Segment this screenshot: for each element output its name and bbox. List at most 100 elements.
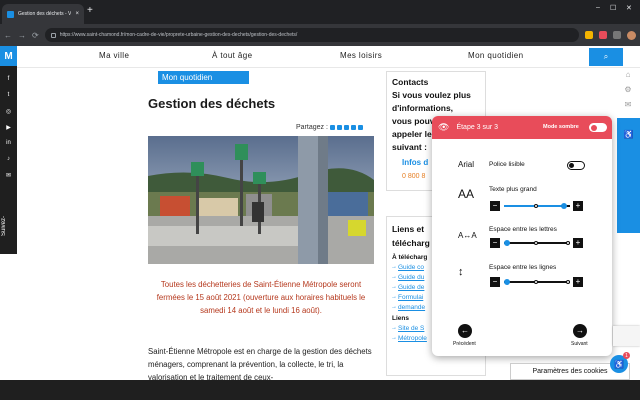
dark-mode-label: Mode sombre	[543, 124, 579, 130]
next-button[interactable]: →	[573, 324, 587, 338]
page-title: Gestion des déchets	[148, 96, 276, 111]
letter-spacing-icon: A↔A	[458, 231, 477, 240]
letter-spacing-label: Espace entre les lettres	[489, 226, 557, 233]
main-navigation: Ma ville À tout âge Mes loisirs Mon quot…	[17, 46, 640, 68]
slider-fill	[504, 205, 561, 207]
text-size-plus-button[interactable]: +	[573, 201, 583, 211]
readable-font-label: Police lisible	[489, 161, 525, 168]
facebook-share-icon[interactable]	[329, 125, 335, 130]
text-size-icon: AA	[458, 187, 475, 201]
reload-icon[interactable]: ⟳	[32, 31, 39, 40]
mail-icon[interactable]: ✉	[620, 100, 636, 114]
lock-icon	[50, 32, 56, 38]
accessibility-strip[interactable]: ♿	[617, 118, 640, 233]
slider-knob[interactable]	[504, 279, 510, 285]
back-icon[interactable]: ←	[4, 31, 12, 40]
profile-avatar[interactable]	[627, 30, 636, 40]
eye-icon: 👁	[438, 122, 450, 132]
slider-knob[interactable]	[504, 240, 510, 246]
tiktok-icon[interactable]: ♪	[3, 156, 14, 166]
slider-step	[566, 241, 570, 245]
line-spacing-label: Espace entre les lignes	[489, 264, 557, 271]
linkedin-icon[interactable]: in	[3, 140, 14, 150]
nav-item-mon-quotidien[interactable]: Mon quotidien	[468, 51, 523, 60]
text-size-slider[interactable]	[504, 203, 570, 211]
nav-item-a-tout-age[interactable]: À tout âge	[212, 51, 252, 60]
twitter-icon[interactable]: t	[3, 92, 14, 102]
email-share-icon[interactable]	[350, 125, 356, 130]
font-icon: Arial	[458, 160, 475, 169]
site-logo[interactable]: M	[0, 46, 17, 66]
dark-mode-toggle[interactable]	[589, 123, 607, 132]
social-sidebar: M f t ◎ ▶ in ♪ ✉ Suivez-	[0, 46, 17, 254]
previous-button[interactable]: ←	[458, 324, 472, 338]
slider-step	[534, 241, 538, 245]
minimize-icon[interactable]: –	[596, 4, 600, 11]
extension-icon[interactable]	[599, 31, 607, 39]
youtube-icon[interactable]: ▶	[3, 124, 14, 134]
nav-item-ma-ville[interactable]: Ma ville	[99, 51, 129, 60]
browser-toolbar: ← → ⟳ https://www.saint-chamond.fr/mon-c…	[0, 24, 640, 46]
previous-label: Précédent	[453, 341, 476, 347]
slider-knob[interactable]	[561, 203, 567, 209]
accessibility-icon: ♿	[614, 359, 624, 369]
facebook-icon[interactable]: f	[3, 76, 14, 86]
puzzle-icon[interactable]	[613, 31, 621, 39]
line-spacing-slider[interactable]	[504, 279, 570, 287]
line-spacing-minus-button[interactable]: −	[490, 277, 500, 287]
contacts-line: d'informations,	[392, 103, 454, 113]
link-continuation: demande	[398, 304, 426, 311]
address-bar[interactable]: https://www.saint-chamond.fr/mon-cadre-d…	[44, 28, 579, 42]
next-label: Suivant	[571, 341, 588, 347]
favicon-icon	[7, 10, 14, 18]
print-share-icon[interactable]	[357, 125, 363, 130]
search-icon: ⌕	[603, 52, 609, 61]
text-size-minus-button[interactable]: −	[490, 201, 500, 211]
bottom-bar	[0, 380, 640, 400]
accessibility-icon: ♿	[623, 130, 634, 139]
text-size-label: Texte plus grand	[489, 186, 537, 193]
tab-close-icon[interactable]: ×	[75, 11, 79, 17]
slider-step	[566, 280, 570, 284]
search-button[interactable]: ⌕	[589, 48, 623, 66]
letter-spacing-minus-button[interactable]: −	[490, 238, 500, 248]
slider-step	[534, 204, 538, 208]
browser-tab[interactable]: Gestion des déchets - Ville d ×	[2, 4, 84, 24]
share-bar: Partagez :	[296, 124, 363, 131]
linkedin-share-icon[interactable]	[343, 125, 349, 130]
panel-body: Arial Police lisible AA Texte plus grand…	[432, 139, 612, 356]
recaptcha-badge[interactable]	[613, 326, 640, 346]
slider-step	[534, 280, 538, 284]
contacts-title: Contacts	[392, 77, 429, 87]
letter-spacing-slider[interactable]	[504, 240, 570, 248]
category-tag[interactable]: Mon quotidien	[158, 71, 249, 84]
maximize-icon[interactable]: ☐	[610, 4, 616, 12]
step-indicator: Étape 3 sur 3	[456, 124, 499, 131]
recycling-center-illustration	[148, 136, 374, 264]
extension-icon[interactable]	[585, 31, 593, 39]
line-spacing-plus-button[interactable]: +	[573, 277, 583, 287]
line-spacing-icon: ↕	[458, 266, 464, 278]
home-icon[interactable]: ⌂	[620, 70, 636, 84]
contacts-line: Si vous voulez plus	[392, 90, 471, 100]
nav-item-mes-loisirs[interactable]: Mes loisirs	[340, 51, 382, 60]
instagram-icon[interactable]: ◎	[3, 108, 14, 118]
close-window-icon[interactable]: ✕	[626, 4, 632, 12]
readable-font-toggle[interactable]	[567, 161, 585, 170]
browser-chrome: Gestion des déchets - Ville d × + – ☐ ✕ …	[0, 0, 640, 46]
settings-icon[interactable]: ⚙	[620, 85, 636, 99]
twitter-share-icon[interactable]	[336, 125, 342, 130]
url-text: https://www.saint-chamond.fr/mon-cadre-d…	[59, 32, 298, 38]
tab-bar: Gestion des déchets - Ville d × + – ☐ ✕	[0, 0, 640, 24]
notification-badge: 1	[623, 352, 630, 359]
panel-header: 👁 Étape 3 sur 3 Mode sombre	[432, 116, 612, 139]
new-tab-button[interactable]: +	[87, 5, 93, 16]
accessibility-panel: 👁 Étape 3 sur 3 Mode sombre Arial Police…	[432, 116, 612, 356]
closure-notice: Toutes les déchetteries de Saint-Étienne…	[156, 280, 366, 315]
tab-title: Gestion des déchets - Ville d	[18, 11, 72, 17]
mail-icon[interactable]: ✉	[3, 172, 14, 182]
forward-icon[interactable]: →	[18, 31, 26, 40]
letter-spacing-plus-button[interactable]: +	[573, 238, 583, 248]
article-body: Saint-Étienne Métropole est en charge de…	[148, 347, 372, 382]
article-photo	[148, 136, 374, 264]
